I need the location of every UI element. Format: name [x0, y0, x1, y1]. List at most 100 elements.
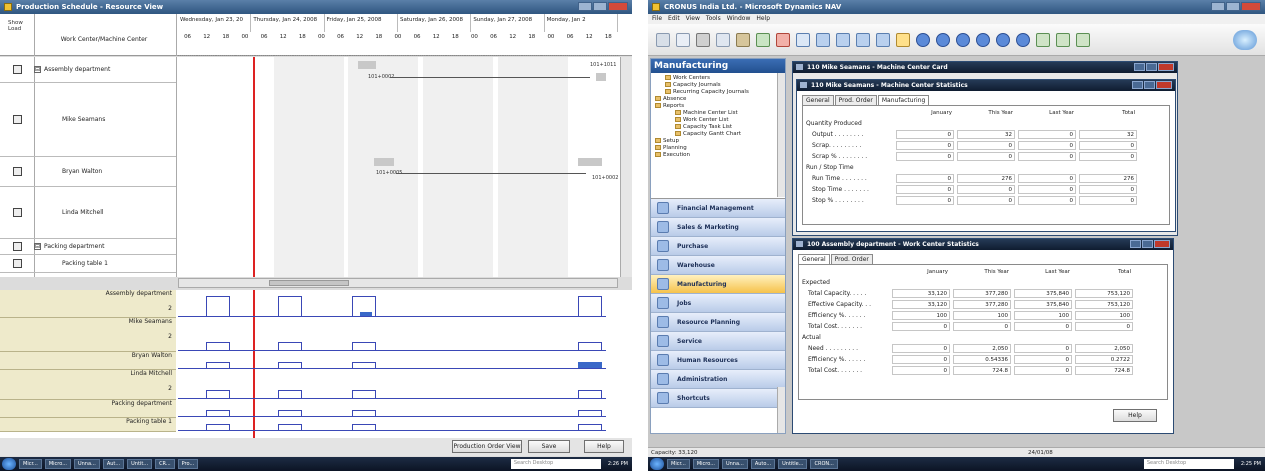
minimize-button[interactable]	[1130, 240, 1141, 248]
close-button[interactable]	[1158, 63, 1174, 71]
tree-item[interactable]: Work Center List	[655, 117, 785, 124]
maximize-button[interactable]	[1144, 81, 1155, 89]
minimize-button[interactable]	[1132, 81, 1143, 89]
tab-prod-order[interactable]: Prod. Order	[834, 95, 877, 105]
stat-value[interactable]: 0	[1018, 185, 1076, 194]
print-icon[interactable]	[656, 32, 670, 47]
help-button[interactable]: Help	[1113, 409, 1157, 422]
stat-value[interactable]: 0	[1014, 366, 1072, 375]
navigate-icon[interactable]	[1036, 32, 1050, 47]
close-button[interactable]	[1241, 2, 1261, 11]
tab-general[interactable]: General	[798, 254, 830, 264]
stat-value[interactable]: 375,840	[1014, 300, 1072, 309]
nav-scrollbar[interactable]	[777, 387, 785, 433]
nav-button[interactable]: Jobs	[651, 294, 785, 313]
maximize-button[interactable]	[593, 2, 607, 11]
show-load-checkbox[interactable]	[13, 242, 22, 251]
tab-manufacturing[interactable]: Manufacturing	[877, 95, 930, 105]
tab-general[interactable]: General	[802, 95, 834, 105]
stat-value[interactable]: 100	[953, 311, 1011, 320]
stat-value[interactable]: 753,120	[1075, 300, 1133, 309]
new-record-icon[interactable]	[756, 32, 770, 47]
stat-value[interactable]: 2,050	[1075, 344, 1133, 353]
horizontal-scrollbar[interactable]	[178, 278, 618, 288]
next-record-icon[interactable]	[956, 32, 970, 47]
stat-value[interactable]: 0	[1014, 355, 1072, 364]
show-load-checkbox[interactable]	[13, 167, 22, 176]
stat-value[interactable]: 0	[957, 196, 1015, 205]
links-icon[interactable]	[1056, 32, 1070, 47]
stat-value[interactable]: 0	[957, 152, 1015, 161]
stat-value[interactable]: 32	[1079, 130, 1137, 139]
stat-value[interactable]: 0	[1018, 174, 1076, 183]
start-button[interactable]	[2, 458, 16, 470]
resource-row[interactable]: ⊟ Assembly department	[0, 57, 176, 83]
desktop-search-input[interactable]: Search Desktop	[510, 459, 601, 469]
lookup-icon[interactable]	[896, 32, 910, 47]
stat-value[interactable]: 100	[1075, 311, 1133, 320]
nav-button[interactable]: Purchase	[651, 237, 785, 256]
tree-item[interactable]: Setup	[655, 138, 785, 145]
stat-value[interactable]: 0	[1079, 196, 1137, 205]
resource-row[interactable]: Linda Mitchell	[0, 187, 176, 239]
close-button[interactable]	[1156, 81, 1172, 89]
stat-value[interactable]: 0	[957, 185, 1015, 194]
stat-value[interactable]: 0	[1075, 322, 1133, 331]
tree-item[interactable]: Planning	[655, 145, 785, 152]
nav-button[interactable]: Administration	[651, 370, 785, 389]
stat-value[interactable]: 0.54336	[953, 355, 1011, 364]
nav-button[interactable]: Manufacturing	[651, 275, 785, 294]
resource-row[interactable]: ⊟ Packing department	[0, 239, 176, 255]
stat-value[interactable]: 0	[892, 366, 950, 375]
vertical-scrollbar[interactable]	[620, 57, 632, 277]
stat-value[interactable]: 32	[957, 130, 1015, 139]
taskbar-item[interactable]: Unna...	[721, 459, 748, 469]
tree-item[interactable]: Capacity Task List	[655, 124, 785, 131]
preview-icon[interactable]	[676, 32, 690, 47]
stat-value[interactable]: 100	[1014, 311, 1072, 320]
stat-value[interactable]: 0	[1014, 344, 1072, 353]
tree-item[interactable]: Absence	[655, 96, 785, 103]
copy-icon[interactable]	[716, 32, 730, 47]
show-load-checkbox[interactable]	[13, 208, 22, 217]
close-button[interactable]	[1154, 240, 1170, 248]
last-record-icon[interactable]	[976, 32, 990, 47]
stat-value[interactable]: 33,120	[892, 289, 950, 298]
find-icon[interactable]	[796, 32, 810, 47]
stat-value[interactable]: 377,280	[953, 300, 1011, 309]
filter-icon[interactable]	[816, 32, 830, 47]
start-button[interactable]	[650, 458, 664, 470]
show-load-checkbox[interactable]	[13, 259, 22, 268]
stat-value[interactable]: 724.8	[1075, 366, 1133, 375]
tree-item[interactable]: Capacity Gantt Chart	[655, 131, 785, 138]
field-filter-icon[interactable]	[836, 32, 850, 47]
stat-value[interactable]: 0	[896, 141, 954, 150]
resource-row[interactable]: Packing table 1	[0, 255, 176, 273]
taskbar-item[interactable]: Untit...	[127, 459, 153, 469]
stat-value[interactable]: 2,050	[953, 344, 1011, 353]
collapse-toggle[interactable]: ⊟	[34, 243, 41, 250]
menu-window[interactable]: Window	[727, 14, 751, 24]
taskbar-item[interactable]: Pro...	[177, 459, 199, 469]
nav-button[interactable]: Service	[651, 332, 785, 351]
tree-item[interactable]: Capacity Journals	[655, 82, 785, 89]
production-order-view-button[interactable]: Production Order View	[452, 440, 522, 453]
close-button[interactable]	[608, 2, 628, 11]
first-record-icon[interactable]	[916, 32, 930, 47]
stat-value[interactable]: 753,120	[1075, 289, 1133, 298]
previous-record-icon[interactable]	[936, 32, 950, 47]
nav-button[interactable]: Human Resources	[651, 351, 785, 370]
tree-item[interactable]: Machine Center List	[655, 110, 785, 117]
refresh-icon[interactable]	[1016, 32, 1030, 47]
stat-value[interactable]: 276	[1079, 174, 1137, 183]
menu-view[interactable]: View	[686, 14, 700, 24]
collapse-toggle[interactable]: ⊟	[34, 66, 41, 73]
tree-item[interactable]: Recurring Capacity Journals	[655, 89, 785, 96]
taskbar-item[interactable]: Micro...	[44, 459, 71, 469]
stat-value[interactable]: 0	[953, 322, 1011, 331]
stat-value[interactable]: 100	[892, 311, 950, 320]
stat-value[interactable]: 0.2722	[1075, 355, 1133, 364]
nav-button[interactable]: Shortcuts	[651, 389, 785, 408]
taskbar-item[interactable]: Micr...	[19, 459, 42, 469]
taskbar-item[interactable]: Auto...	[750, 459, 776, 469]
